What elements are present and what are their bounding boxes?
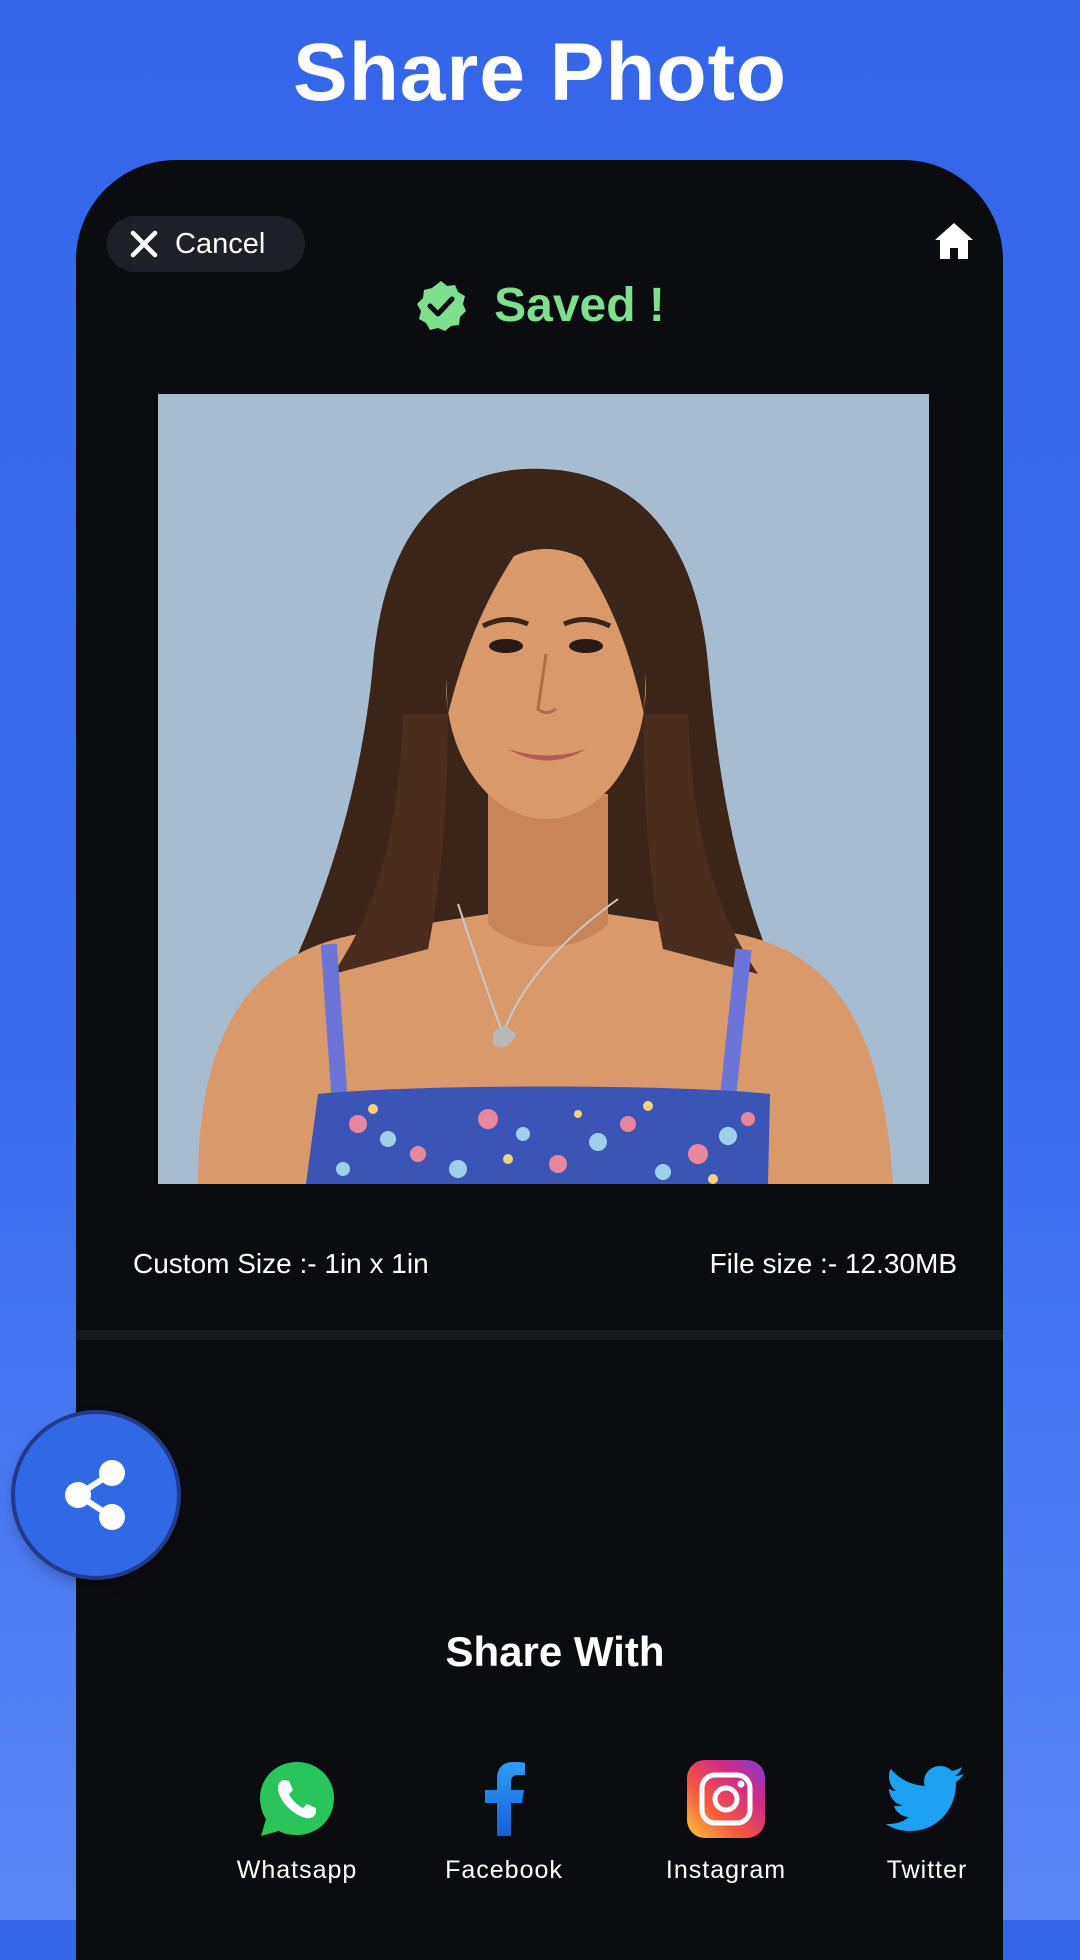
twitter-label: Twitter [886,1856,968,1884]
saved-status: Saved ! [76,278,1003,333]
saved-label: Saved ! [494,279,665,332]
cancel-label: Cancel [175,227,266,260]
file-size-text: File size :- 12.30MB [709,1248,957,1279]
custom-size-text: Custom Size :- 1in x 1in [133,1248,429,1279]
divider [76,1330,1003,1340]
cancel-button[interactable]: Cancel [107,216,305,272]
twitter-icon [886,1766,964,1831]
check-badge-icon [417,280,467,331]
page-title: Share Photo [293,27,787,118]
share-twitter-button[interactable]: Twitter [832,1758,1003,1885]
share-title: Share With [445,1628,665,1675]
instagram-label: Instagram [665,1856,787,1884]
portrait-image [198,468,893,1184]
instagram-icon [687,1760,765,1838]
passport-photo [158,394,929,1184]
whatsapp-label: Whatsapp [236,1856,358,1884]
share-instagram-button[interactable]: Instagram [631,1758,821,1885]
whatsapp-icon [260,1762,334,1836]
home-icon[interactable] [933,220,975,262]
close-icon [130,230,158,258]
facebook-icon [485,1762,525,1836]
facebook-label: Facebook [445,1856,563,1884]
share-whatsapp-button[interactable]: Whatsapp [202,1758,392,1885]
share-icon [65,1460,125,1530]
share-facebook-button[interactable]: Facebook [409,1758,599,1885]
phone-screen: Cancel Saved ! Custom Size:- 1in x 1in … [76,160,1003,1960]
share-fab-button[interactable] [15,1414,177,1576]
